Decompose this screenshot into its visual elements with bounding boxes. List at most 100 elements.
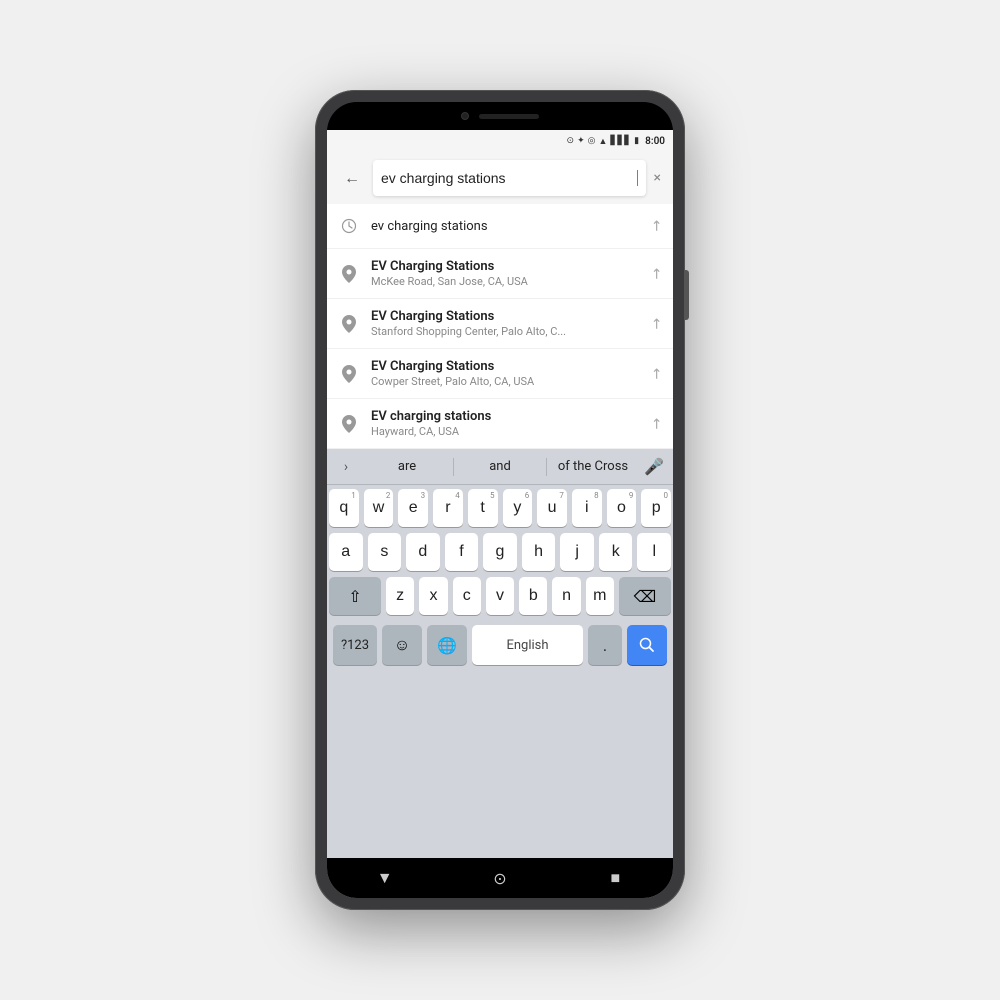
key-o-num: 9 [629,491,634,500]
keyboard: › are and of the Cross 🎤 1 q [327,449,673,858]
key-x-label: x [429,588,437,604]
key-p[interactable]: 0 p [641,489,671,527]
key-r-label: r [445,500,450,516]
key-h[interactable]: h [522,533,556,571]
nav-back-button[interactable]: ▼ [360,868,410,888]
clock-icon [337,214,361,238]
key-r[interactable]: 4 r [433,489,463,527]
pin-icon-2 [337,312,361,336]
suggestion-text-3: EV Charging Stations Cowper Street, Palo… [371,359,641,388]
suggestion-arrow-2: ↗ [647,314,667,334]
key-j-label: j [575,544,579,560]
key-t-label: t [480,500,484,516]
key-g[interactable]: g [483,533,517,571]
suggestion-text-1: EV Charging Stations McKee Road, San Jos… [371,259,641,288]
speaker-bar [479,114,539,119]
nav-home-button[interactable]: ⊙ [475,869,525,888]
status-time: 8:00 [645,136,665,147]
period-key[interactable]: . [588,625,622,665]
key-c-label: c [463,588,471,604]
search-enter-button[interactable] [627,625,667,665]
key-d[interactable]: d [406,533,440,571]
suggestion-arrow-1: ↗ [647,264,667,284]
key-o[interactable]: 9 o [607,489,637,527]
key-u[interactable]: 7 u [537,489,567,527]
emoji-button[interactable]: ☺ [382,625,422,665]
backspace-icon: ⌫ [634,587,657,606]
key-h-label: h [534,544,543,560]
key-row-2: a s d f g h j k l [329,533,671,571]
bluetooth-icon: ✦ [577,136,585,146]
key-x[interactable]: x [419,577,447,615]
search-clear-button[interactable]: × [652,168,663,188]
volume-button [685,270,689,320]
key-v[interactable]: v [486,577,514,615]
suggestion-title-3: EV Charging Stations [371,359,641,374]
nav-recent-button[interactable]: ■ [590,868,640,888]
backspace-button[interactable]: ⌫ [619,577,671,615]
key-v-label: v [496,588,504,604]
key-b[interactable]: b [519,577,547,615]
key-j[interactable]: j [560,533,594,571]
shift-button[interactable]: ⇧ [329,577,381,615]
key-s[interactable]: s [368,533,402,571]
key-z-label: z [396,588,404,604]
keyboard-suggestions-row: › are and of the Cross 🎤 [327,449,673,485]
globe-button[interactable]: 🌐 [427,625,467,665]
suggestion-item-1[interactable]: EV Charging Stations McKee Road, San Jos… [327,249,673,299]
key-w-label: w [373,500,385,516]
search-input[interactable]: ev charging stations [381,170,636,186]
key-i[interactable]: 8 i [572,489,602,527]
keyboard-expand-button[interactable]: › [331,452,361,482]
status-bar: ⊙ ✦ ◎ ▲ ▋▋▋ ▮ 8:00 [327,130,673,152]
search-back-button[interactable]: ← [337,163,367,193]
suggestion-subtitle-1: McKee Road, San Jose, CA, USA [371,275,641,288]
space-bar[interactable]: English [472,625,583,665]
key-f[interactable]: f [445,533,479,571]
status-icons: ⊙ ✦ ◎ ▲ ▋▋▋ ▮ [567,136,640,147]
microphone-button[interactable]: 🎤 [639,452,669,482]
suggestion-arrow-3: ↗ [647,364,667,384]
suggestions-list: ev charging stations ↗ EV Charging Stati… [327,204,673,449]
key-y[interactable]: 6 y [503,489,533,527]
pin-icon-3 [337,362,361,386]
key-a[interactable]: a [329,533,363,571]
key-y-num: 6 [525,491,530,500]
kb-suggestion-2[interactable]: of the Cross [547,455,639,478]
camera-dot [461,112,469,120]
suggestion-arrow-0: ↗ [647,216,667,236]
phone-screen-container: ⊙ ✦ ◎ ▲ ▋▋▋ ▮ 8:00 ← ev charging station… [327,102,673,898]
key-m[interactable]: m [586,577,614,615]
suggestion-item-2[interactable]: EV Charging Stations Stanford Shopping C… [327,299,673,349]
kb-suggestion-0[interactable]: are [361,455,453,478]
key-c[interactable]: c [453,577,481,615]
key-e-label: e [409,500,418,516]
key-n[interactable]: n [552,577,580,615]
search-bar: ← ev charging stations × [327,152,673,204]
suggestion-arrow-4: ↗ [647,414,667,434]
suggestion-item-3[interactable]: EV Charging Stations Cowper Street, Palo… [327,349,673,399]
key-i-num: 8 [594,491,599,500]
suggestion-item-0[interactable]: ev charging stations ↗ [327,204,673,249]
location-icon: ⊙ [567,136,575,146]
key-k-label: k [612,544,620,560]
search-input-container[interactable]: ev charging stations [373,160,646,196]
key-t[interactable]: 5 t [468,489,498,527]
key-g-label: g [496,544,505,560]
suggestion-item-4[interactable]: EV charging stations Hayward, CA, USA ↗ [327,399,673,449]
key-123-button[interactable]: ?123 [333,625,377,665]
key-z[interactable]: z [386,577,414,615]
suggestion-title-0: ev charging stations [371,219,641,234]
wifi-icon: ▲ [598,136,607,147]
battery-icon: ▮ [634,136,639,146]
key-q[interactable]: 1 q [329,489,359,527]
key-y-label: y [513,500,521,516]
key-k[interactable]: k [599,533,633,571]
key-e[interactable]: 3 e [398,489,428,527]
key-w[interactable]: 2 w [364,489,394,527]
kb-suggestion-1[interactable]: and [454,455,546,478]
key-n-label: n [562,588,571,604]
key-u-label: u [548,500,557,516]
text-cursor [637,170,638,186]
key-l[interactable]: l [637,533,671,571]
